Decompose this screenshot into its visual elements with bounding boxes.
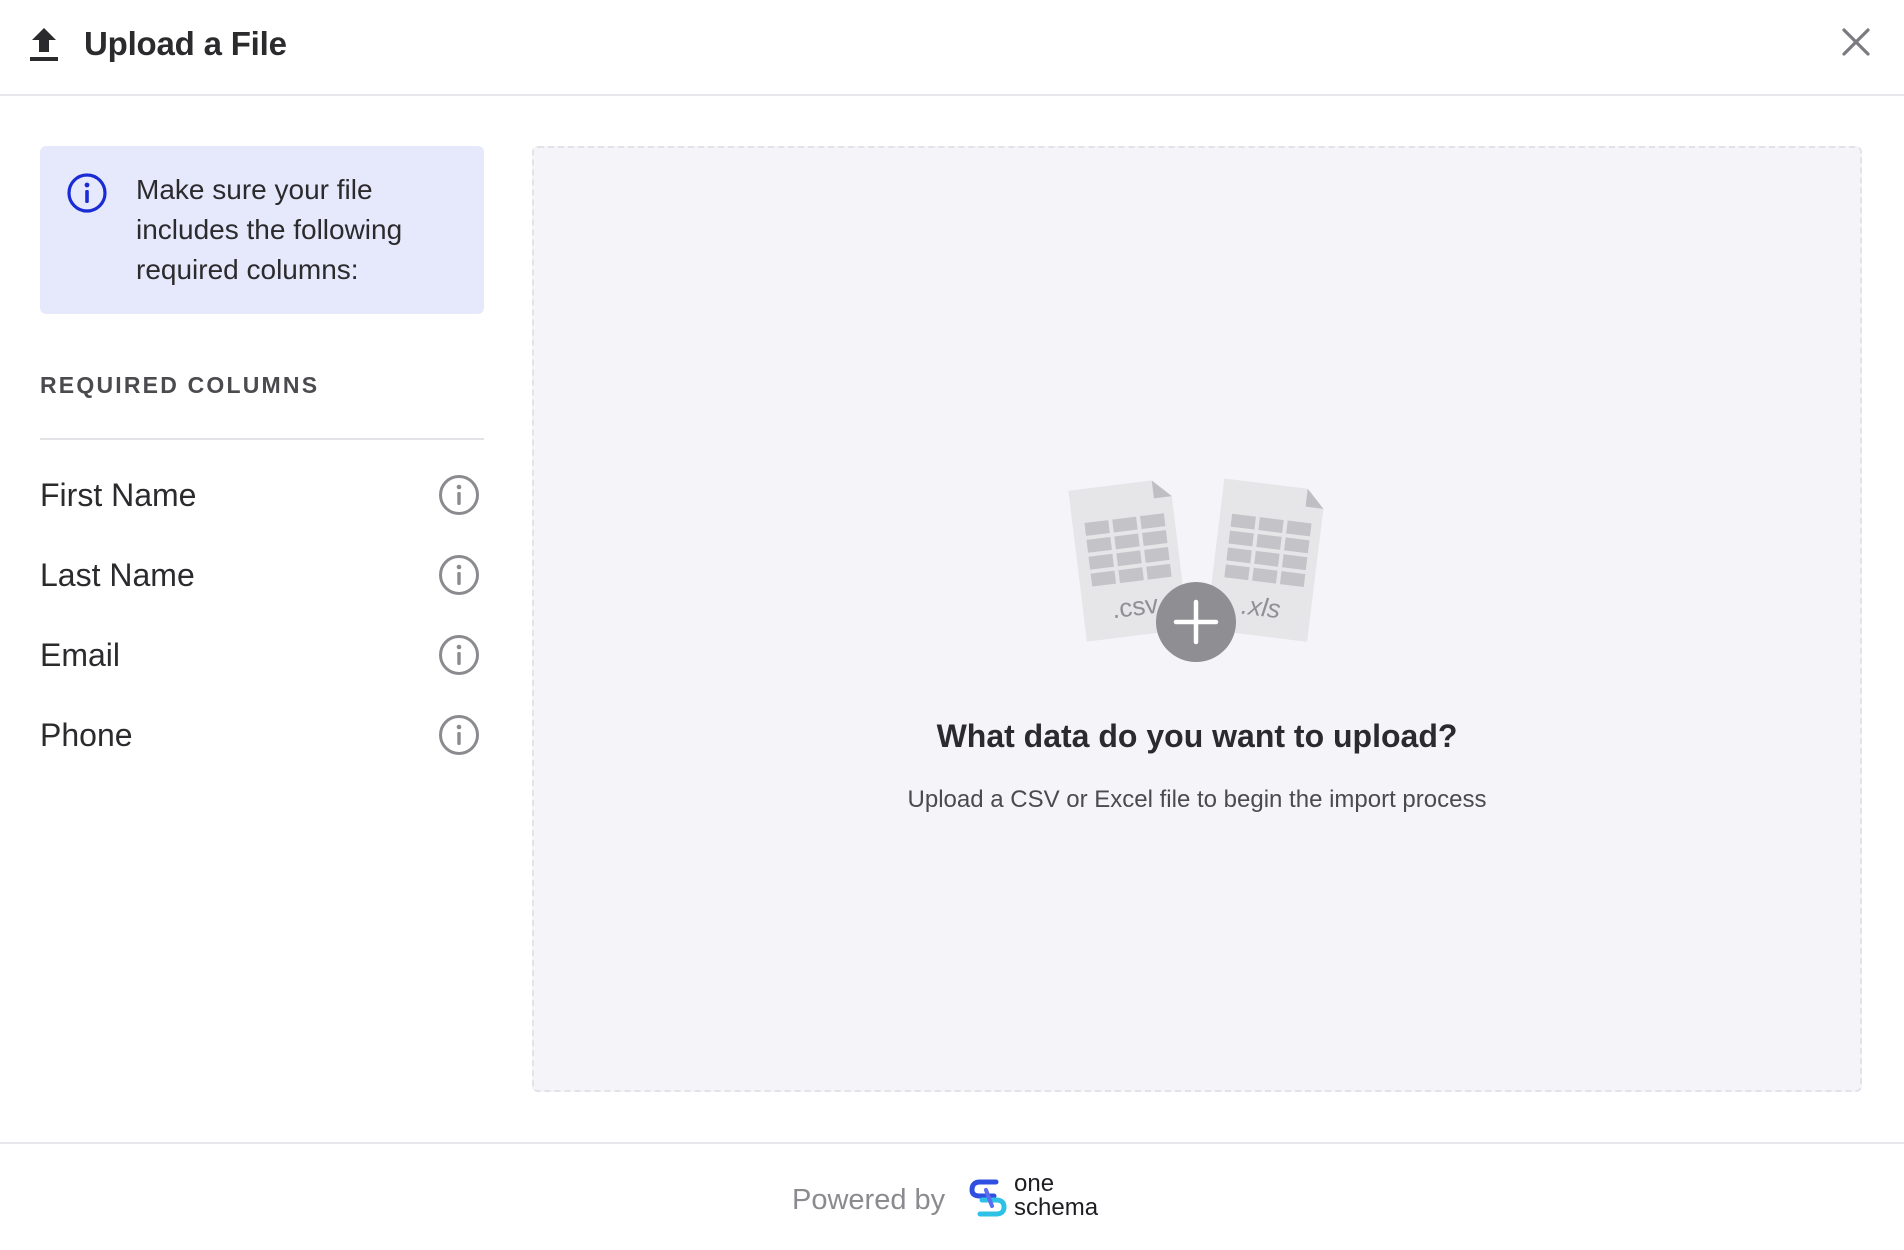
column-label: Phone	[40, 717, 133, 753]
required-column-email: Email	[40, 615, 484, 695]
powered-by-label: Powered by	[792, 1184, 946, 1216]
modal-header: Upload a File	[0, 0, 1904, 96]
modal-title: Upload a File	[84, 25, 287, 62]
plus-icon[interactable]	[1156, 582, 1236, 662]
column-label: Email	[40, 637, 121, 673]
upload-arrow-icon	[26, 24, 62, 64]
required-columns-list: First Name Last Name Email Phone	[40, 455, 484, 775]
banner-message: Make sure your file includes the followi…	[136, 174, 403, 285]
modal-footer: Powered by one schema	[0, 1142, 1904, 1250]
close-icon	[1842, 28, 1870, 56]
divider	[40, 438, 484, 440]
file-upload-illustration[interactable]: .csv .xls	[1058, 466, 1334, 678]
brand-line-one: one	[1014, 1170, 1055, 1197]
info-icon[interactable]	[438, 634, 480, 676]
required-column-first-name: First Name	[40, 455, 484, 535]
required-columns-banner: Make sure your file includes the followi…	[40, 146, 484, 314]
info-icon[interactable]	[438, 474, 480, 516]
oneschema-wordmark: one schema	[1014, 1172, 1098, 1220]
info-icon[interactable]	[438, 554, 480, 596]
column-label: First Name	[40, 477, 197, 513]
column-label: Last Name	[40, 557, 195, 593]
dropzone-subtitle: Upload a CSV or Excel file to begin the …	[907, 786, 1487, 813]
required-column-last-name: Last Name	[40, 535, 484, 615]
info-icon	[66, 172, 108, 214]
dropzone-title: What data do you want to upload?	[936, 718, 1458, 754]
close-button[interactable]	[1836, 22, 1876, 62]
required-columns-heading: REQUIRED COLUMNS	[40, 372, 320, 398]
required-column-phone: Phone	[40, 695, 484, 775]
info-icon[interactable]	[438, 714, 480, 756]
oneschema-logo-icon	[966, 1176, 1010, 1220]
brand-line-schema: schema	[1014, 1194, 1099, 1221]
xls-extension-label: .xls	[1240, 590, 1282, 625]
csv-extension-label: .csv	[1110, 589, 1160, 624]
